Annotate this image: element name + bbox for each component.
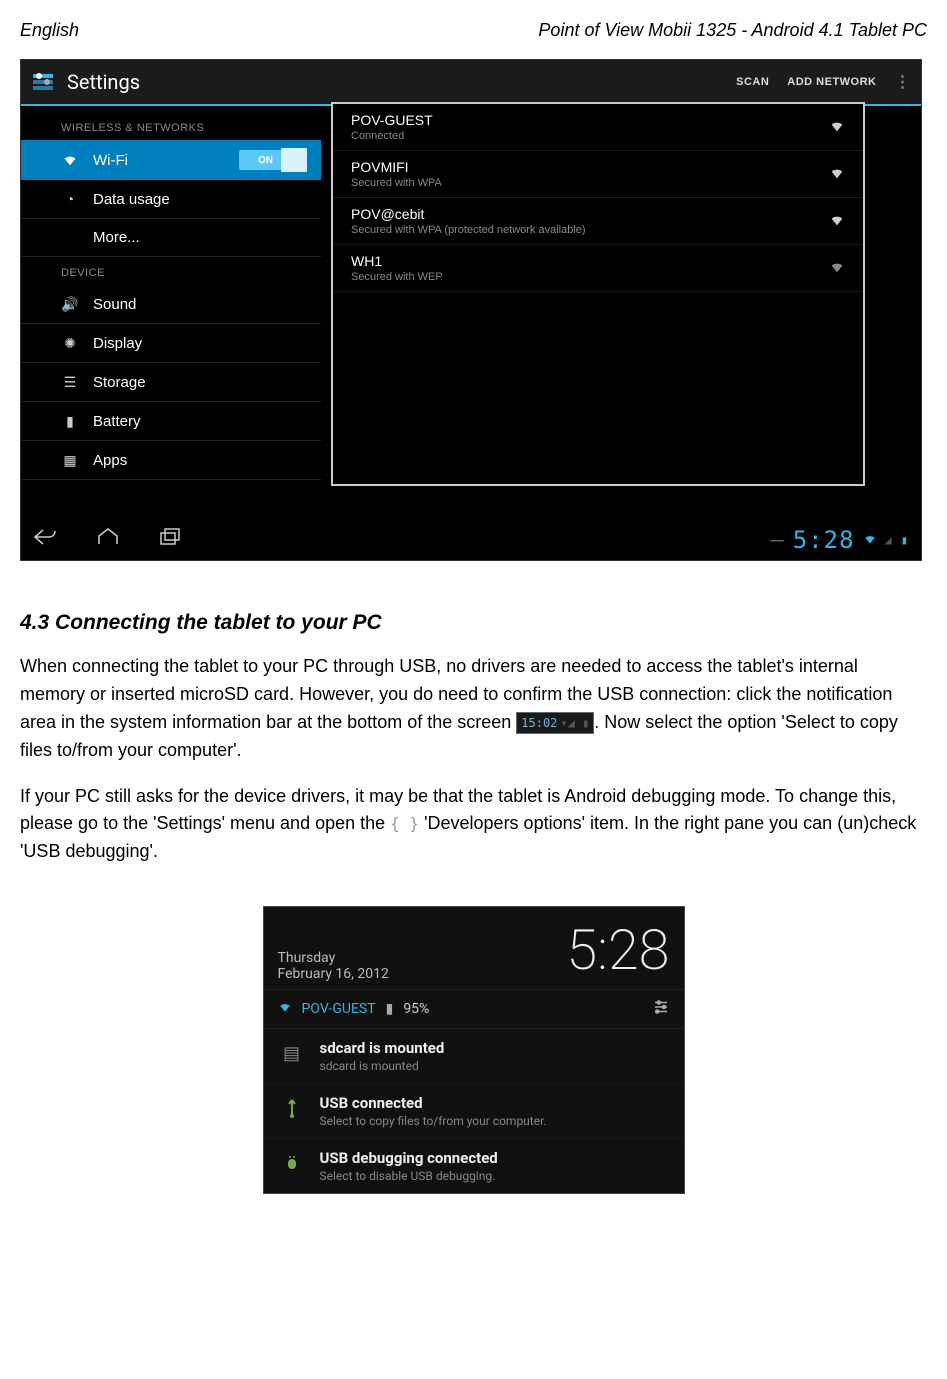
sidebar-item-sound[interactable]: 🔊 Sound <box>21 285 321 324</box>
notification-area-inline-icon: 15:02 ▾◢ ▮ <box>516 712 594 735</box>
quick-settings-icon[interactable] <box>652 998 670 1020</box>
add-network-button[interactable]: ADD NETWORK <box>787 76 876 88</box>
header-left: English <box>20 20 79 41</box>
sidebar-item-label: Storage <box>93 374 146 391</box>
notification-time: 5:28 <box>566 917 669 983</box>
wifi-network-status: Connected <box>351 130 829 142</box>
back-icon[interactable] <box>33 528 57 552</box>
notification-title: sdcard is mounted <box>320 1039 445 1057</box>
notification-date: February 16, 2012 <box>278 966 389 983</box>
sidebar-item-display[interactable]: ✺ Display <box>21 324 321 363</box>
sidebar-item-label: Apps <box>93 452 127 469</box>
settings-title: Settings <box>67 70 736 94</box>
wifi-network-name: WH1 <box>351 253 829 269</box>
home-icon[interactable] <box>97 528 119 552</box>
tablet-settings-screenshot: Settings SCAN ADD NETWORK ⋮ WIRELESS & N… <box>20 59 922 561</box>
settings-icon <box>31 70 55 94</box>
section-title: 4.3 Connecting the tablet to your PC <box>20 611 927 635</box>
signal-icon: ◢ <box>885 533 893 547</box>
storage-icon: ☰ <box>61 373 79 391</box>
notification-subtitle: sdcard is mounted <box>320 1059 445 1073</box>
wifi-icon <box>61 151 79 169</box>
header-right: Point of View Mobii 1325 - Android 4.1 T… <box>538 20 927 41</box>
page-header: English Point of View Mobii 1325 - Andro… <box>20 20 927 41</box>
scan-button[interactable]: SCAN <box>736 76 769 88</box>
sidebar-item-data-usage[interactable]: ◔ Data usage <box>21 180 321 219</box>
sidebar-item-apps[interactable]: ▦ Apps <box>21 441 321 480</box>
data-usage-icon: ◔ <box>61 190 79 208</box>
notification-day: Thursday <box>278 950 389 967</box>
notification-title: USB debugging connected <box>320 1149 498 1167</box>
wifi-signal-icon <box>829 212 845 231</box>
wifi-signal-icon <box>829 259 845 278</box>
status-bar-right[interactable]: — 5:28 ◢ ▮ <box>770 526 909 554</box>
sound-icon: 🔊 <box>61 295 79 313</box>
wifi-network-row[interactable]: POVMIFI Secured with WPA <box>333 151 863 198</box>
notification-panel-screenshot: Thursday February 16, 2012 5:28 POV-GUES… <box>263 906 685 1194</box>
recent-apps-icon[interactable] <box>159 528 181 552</box>
sidebar-item-label: Battery <box>93 413 141 430</box>
wifi-network-row[interactable]: POV-GUEST Connected <box>333 104 863 151</box>
sidebar-item-label: Display <box>93 335 142 352</box>
wifi-connected-name: POV-GUEST <box>302 1001 376 1017</box>
body-paragraph-1: When connecting the tablet to your PC th… <box>20 653 927 765</box>
usb-icon <box>278 1094 306 1122</box>
sidebar-item-storage[interactable]: ☰ Storage <box>21 363 321 402</box>
wifi-networks-panel: POV-GUEST Connected POVMIFI Secured with… <box>331 102 865 486</box>
overflow-menu-icon[interactable]: ⋮ <box>895 72 912 92</box>
notification-item[interactable]: USB debugging connected Select to disabl… <box>264 1139 684 1193</box>
wifi-network-status: Secured with WPA (protected network avai… <box>351 224 829 236</box>
sidebar-item-label: More... <box>93 229 140 246</box>
notification-item[interactable]: ▤ sdcard is mounted sdcard is mounted <box>264 1029 684 1084</box>
clock-text: 5:28 <box>793 526 855 554</box>
wifi-status-icon <box>863 532 877 549</box>
wifi-network-name: POV-GUEST <box>351 112 829 128</box>
apps-icon: ▦ <box>61 451 79 469</box>
section-header-wireless: WIRELESS & NETWORKS <box>21 112 321 140</box>
wifi-status-icon <box>278 1000 292 1018</box>
battery-charging-icon: ▮ <box>901 533 909 547</box>
debug-icon <box>278 1149 306 1177</box>
notification-item[interactable]: USB connected Select to copy files to/fr… <box>264 1084 684 1139</box>
wifi-network-row[interactable]: WH1 Secured with WEP <box>333 245 863 292</box>
sidebar-item-more[interactable]: More... <box>21 219 321 257</box>
system-nav-bar: — 5:28 ◢ ▮ <box>21 520 921 560</box>
sdcard-icon: ▤ <box>278 1039 306 1067</box>
minus-icon: — <box>770 528 784 553</box>
settings-action-bar: Settings SCAN ADD NETWORK ⋮ <box>21 60 921 106</box>
display-icon: ✺ <box>61 334 79 352</box>
wifi-network-status: Secured with WEP <box>351 271 829 283</box>
settings-sidebar: WIRELESS & NETWORKS Wi-Fi ON ◔ Data usag… <box>21 106 321 520</box>
notification-status-row[interactable]: POV-GUEST ▮ 95% <box>264 990 684 1029</box>
settings-content: POV-GUEST Connected POVMIFI Secured with… <box>321 106 921 520</box>
wifi-network-name: POVMIFI <box>351 159 829 175</box>
notification-subtitle: Select to disable USB debugging. <box>320 1169 498 1183</box>
sidebar-item-battery[interactable]: ▮ Battery <box>21 402 321 441</box>
battery-icon: ▮ <box>61 412 79 430</box>
body-paragraph-2: If your PC still asks for the device dri… <box>20 783 927 867</box>
wifi-signal-icon <box>829 118 845 137</box>
sidebar-item-label: Wi-Fi <box>93 152 128 169</box>
sidebar-item-wifi[interactable]: Wi-Fi ON <box>21 140 321 180</box>
developer-options-icon: { } <box>390 814 419 833</box>
notification-title: USB connected <box>320 1094 547 1112</box>
wifi-switch[interactable]: ON <box>239 150 305 170</box>
sidebar-item-label: Data usage <box>93 191 170 208</box>
wifi-network-name: POV@cebit <box>351 206 829 222</box>
notification-header: Thursday February 16, 2012 5:28 <box>264 907 684 990</box>
battery-percent: 95% <box>403 1001 429 1017</box>
wifi-network-row[interactable]: POV@cebit Secured with WPA (protected ne… <box>333 198 863 245</box>
wifi-network-status: Secured with WPA <box>351 177 829 189</box>
notification-subtitle: Select to copy files to/from your comput… <box>320 1114 547 1128</box>
battery-icon: ▮ <box>386 1001 394 1017</box>
wifi-signal-icon <box>829 165 845 184</box>
sidebar-item-label: Sound <box>93 296 136 313</box>
section-header-device: DEVICE <box>21 257 321 285</box>
